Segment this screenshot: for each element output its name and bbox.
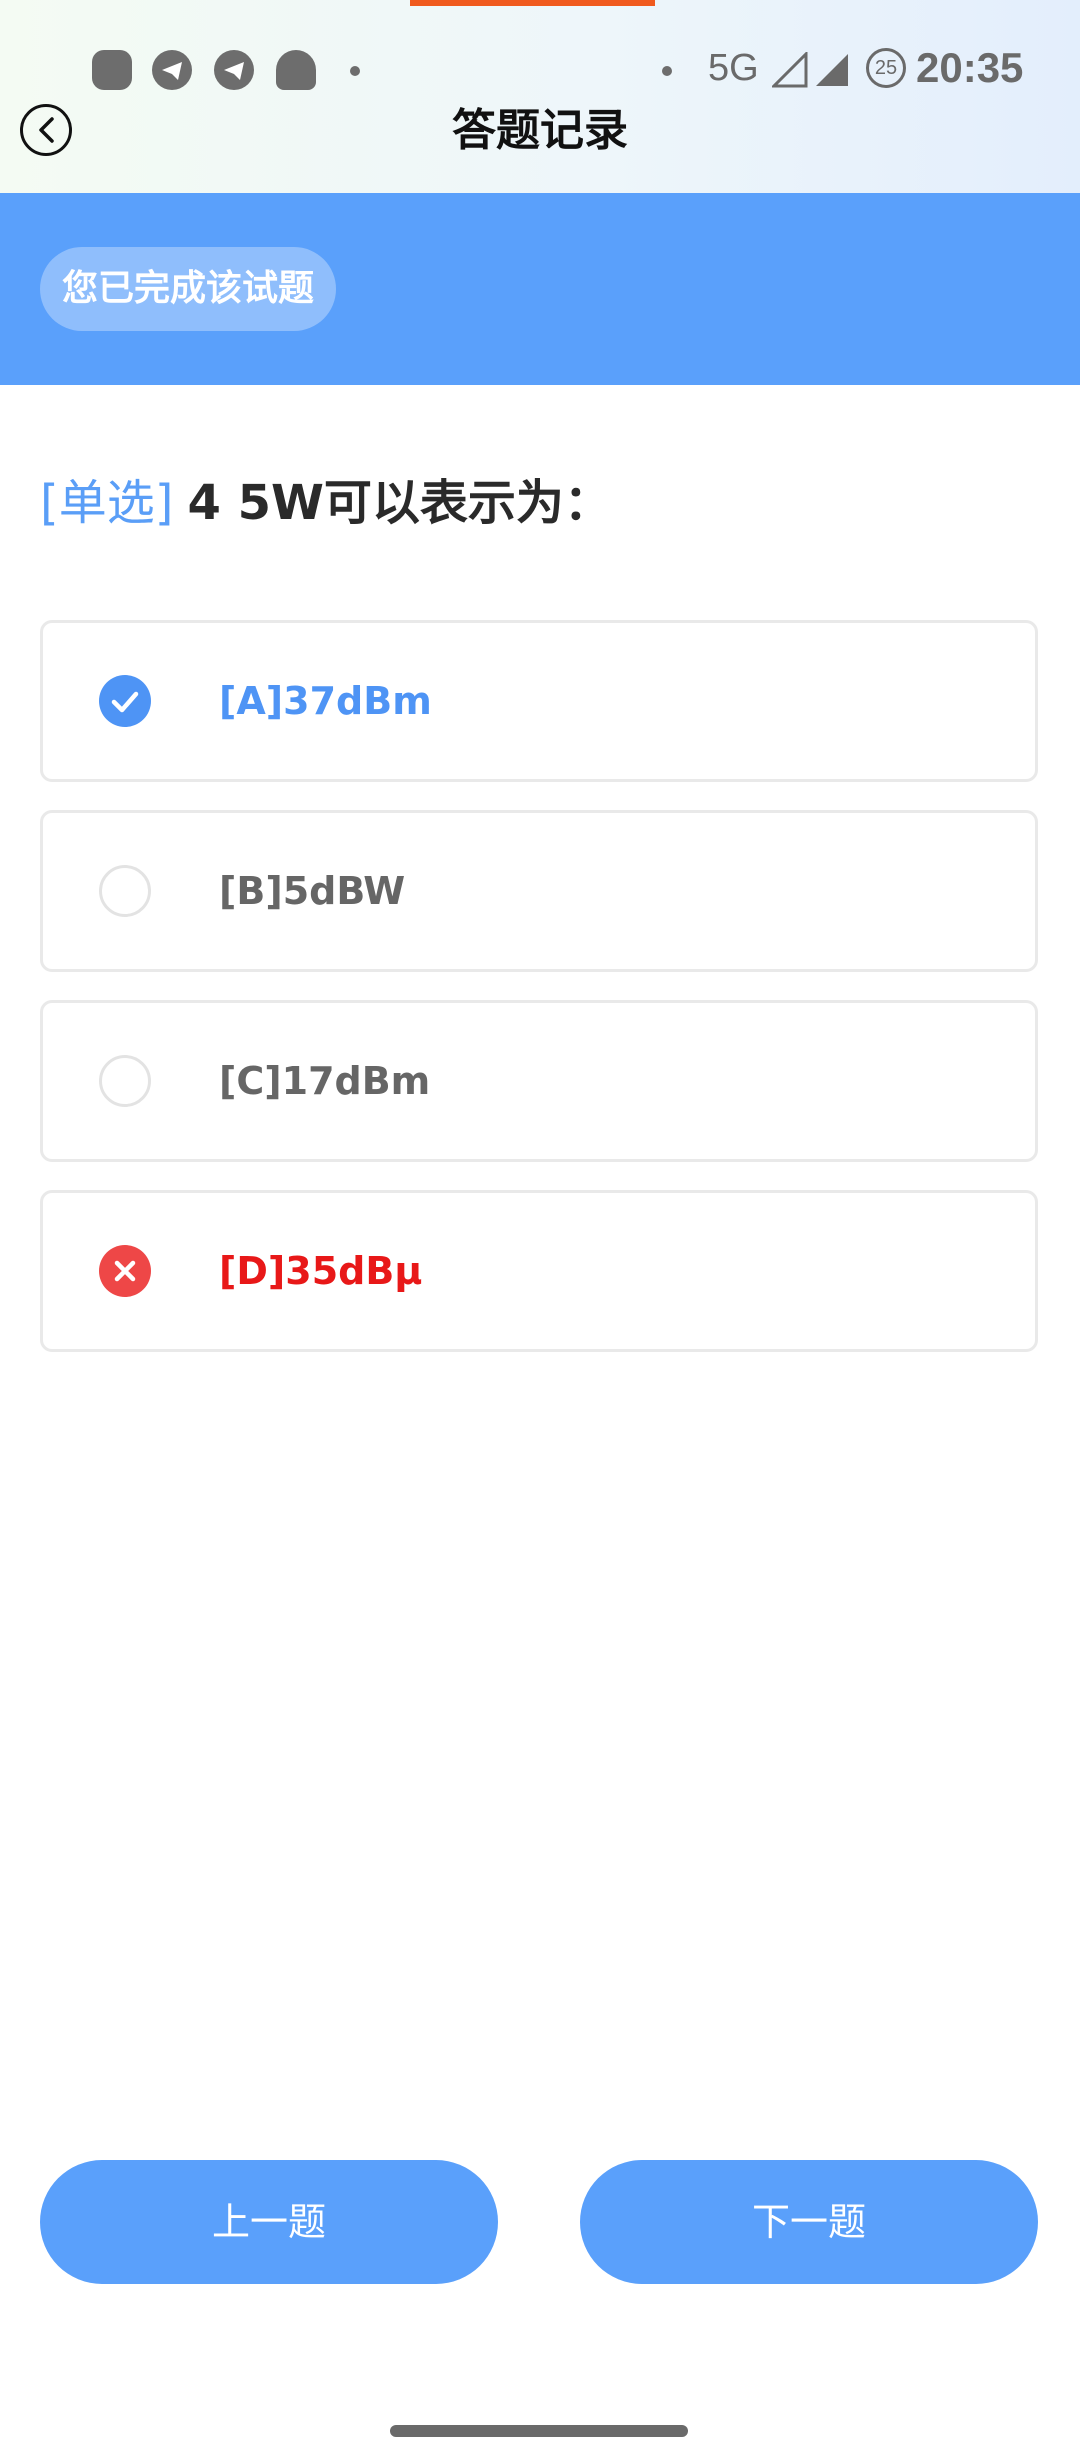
option-d[interactable]: [D]35dBμ <box>40 1190 1038 1352</box>
question-title: [单选] 4 5W可以表示为： <box>40 468 612 538</box>
qq-penguin-icon <box>276 50 316 90</box>
battery-icon: 25 <box>866 48 906 88</box>
back-button[interactable] <box>20 104 72 156</box>
status-bar: 5G 25 20:35 <box>0 40 1080 96</box>
option-a[interactable]: [A]37dBm <box>40 620 1038 782</box>
telegram-icon <box>214 50 254 90</box>
radio-empty-icon <box>99 865 151 917</box>
prev-question-button[interactable]: 上一题 <box>40 2160 498 2284</box>
next-question-button[interactable]: 下一题 <box>580 2160 1038 2284</box>
option-label: [B]5dBW <box>219 869 406 913</box>
radio-empty-icon <box>99 1055 151 1107</box>
question-text: 4 5W可以表示为： <box>187 475 612 531</box>
option-c[interactable]: [C]17dBm <box>40 1000 1038 1162</box>
option-label: [C]17dBm <box>219 1059 431 1103</box>
signal-icon <box>772 52 808 88</box>
signal-icon <box>816 54 848 86</box>
clock: 20:35 <box>916 44 1024 91</box>
option-label: [A]37dBm <box>219 679 432 723</box>
status-banner: 您已完成该试题 <box>0 193 1080 385</box>
telegram-icon <box>152 50 192 90</box>
option-b[interactable]: [B]5dBW <box>40 810 1038 972</box>
notification-dot-icon <box>662 66 672 76</box>
option-label: [D]35dBμ <box>219 1249 423 1293</box>
page-title: 答题记录 <box>452 105 628 156</box>
notification-dot-icon <box>350 66 360 76</box>
chevron-left-icon <box>39 117 54 143</box>
x-circle-icon <box>99 1245 151 1297</box>
cat-app-icon <box>92 50 132 90</box>
completed-badge: 您已完成该试题 <box>40 247 337 331</box>
question-type-label: [单选] <box>40 475 174 531</box>
home-indicator[interactable] <box>390 2425 688 2437</box>
top-indicator-line <box>410 0 655 6</box>
network-type: 5G <box>708 47 759 89</box>
check-circle-icon <box>99 675 151 727</box>
